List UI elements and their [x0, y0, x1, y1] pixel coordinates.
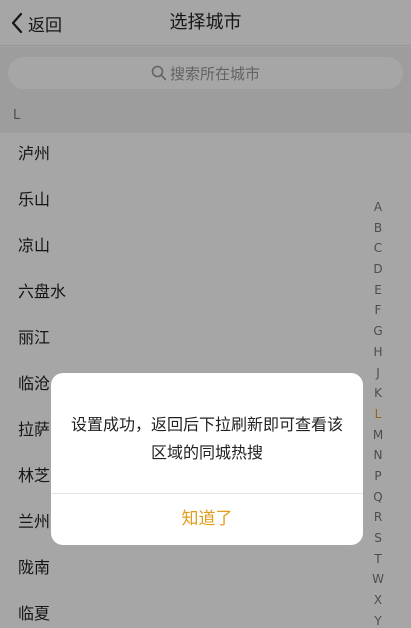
dialog-message: 设置成功，返回后下拉刷新即可查看该区域的同城热搜 — [70, 415, 343, 462]
confirm-button[interactable]: 知道了 — [51, 494, 363, 545]
success-dialog: 设置成功，返回后下拉刷新即可查看该区域的同城热搜 知道了 — [51, 373, 363, 545]
